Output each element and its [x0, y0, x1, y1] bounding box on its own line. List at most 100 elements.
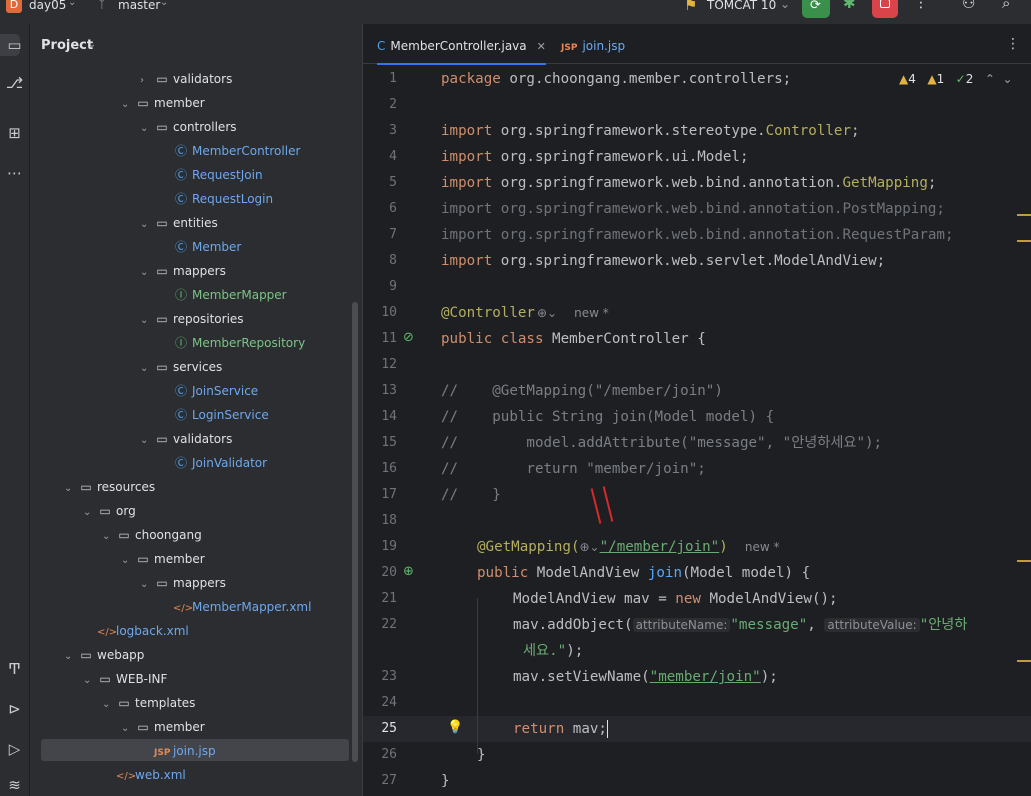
tree-item[interactable]: </>logback.xml — [83, 620, 189, 642]
tree-item[interactable]: ⌄ ▭ WEB-INF — [83, 668, 167, 690]
tree-item[interactable]: Ⓒ Member — [159, 236, 241, 258]
tab-membercontroller[interactable]: C MemberController.java ✕ — [377, 24, 546, 65]
code-line-17[interactable]: // } — [441, 482, 501, 508]
chevron-down-icon[interactable]: ⌄ — [102, 694, 116, 716]
code-line-20[interactable]: public ModelAndView join(Model model) { — [477, 560, 810, 586]
tree-item[interactable]: Ⓒ JoinService — [159, 380, 258, 402]
branch-name[interactable]: master — [118, 0, 160, 12]
warning-marker[interactable] — [1017, 240, 1031, 242]
tree-item[interactable]: ⌄ ▭ webapp — [64, 644, 144, 666]
more-icon[interactable]: ⋮ — [914, 0, 928, 11]
code-line-21[interactable]: ModelAndView mav = new ModelAndView(); — [513, 586, 838, 612]
chevron-down-icon[interactable]: ⌄ — [102, 526, 116, 548]
project-name[interactable]: day05 — [29, 0, 66, 12]
code-line-4[interactable]: import org.springframework.ui.Model; — [441, 144, 749, 170]
chevron-down-icon[interactable]: ⌄ — [140, 214, 154, 236]
tab-join-jsp[interactable]: JSP join.jsp — [561, 24, 625, 63]
code-line-19[interactable]: @GetMapping(⊕⌄"/member/join") new * — [477, 534, 779, 560]
debug-icon[interactable]: ✱ — [843, 0, 856, 12]
project-scrollbar[interactable] — [352, 302, 358, 762]
chevron-down-icon[interactable]: ⌄ — [121, 94, 135, 116]
tree-item[interactable]: ⌄ ▭ repositories — [140, 308, 244, 330]
run-config-selector[interactable]: TOMCAT 10 — [707, 0, 776, 12]
folder-icon[interactable]: ▭ — [0, 36, 29, 54]
project-badge[interactable]: D — [6, 0, 22, 13]
warning-marker[interactable] — [1017, 214, 1031, 216]
chevron-down-icon[interactable]: ⌄ — [1003, 72, 1013, 86]
code-line-5[interactable]: import org.springframework.web.bind.anno… — [441, 170, 936, 196]
code-line-26[interactable]: } — [477, 742, 486, 768]
tree-item[interactable]: ⌄ ▭ member — [121, 548, 205, 570]
lightbulb-icon[interactable]: 💡 — [447, 720, 463, 735]
tree-item[interactable]: ⌄ ▭ entities — [140, 212, 218, 234]
tree-item[interactable]: Ⓒ RequestLogin — [159, 188, 273, 210]
tree-item[interactable]: Ⓒ MemberController — [159, 140, 300, 162]
more-icon[interactable]: ⋮ — [1006, 36, 1020, 52]
project-panel-title[interactable]: Project — [41, 38, 93, 53]
chevron-right-icon[interactable]: › — [140, 70, 154, 92]
chevron-down-icon[interactable]: ⌄ — [83, 670, 97, 692]
tree-item[interactable]: ⌄ ▭ mappers — [140, 572, 226, 594]
bean-icon[interactable]: ⊘ — [403, 330, 414, 345]
run-button[interactable]: ⟳ — [802, 0, 830, 18]
tree-item[interactable]: ⌄ ▭ member — [121, 92, 205, 114]
tree-item[interactable]: Ⓘ MemberRepository — [159, 332, 305, 354]
tree-item[interactable]: › ▭ validators — [140, 68, 232, 90]
endpoint-icon[interactable]: ⊕ — [403, 564, 414, 579]
tree-item[interactable]: </>MemberMapper.xml — [159, 596, 311, 618]
code-line-25[interactable]: return mav; — [513, 716, 608, 742]
code-line-22[interactable]: mav.addObject(attributeName: "message", a… — [513, 612, 967, 638]
tree-item[interactable]: ⌄ ▭ mappers — [140, 260, 226, 282]
tree-item[interactable]: ⌄ ▭ choongang — [102, 524, 202, 546]
text-icon[interactable]: Ͳ — [0, 660, 29, 678]
chevron-down-icon[interactable]: ⌄ — [780, 0, 790, 11]
tree-item[interactable]: ⌄ ▭ templates — [102, 692, 195, 714]
code-line-13[interactable]: // @GetMapping("/member/join") — [441, 378, 723, 404]
code-line-11[interactable]: public class MemberController { — [441, 326, 706, 352]
chevron-down-icon[interactable]: ⌄ — [140, 310, 154, 332]
tree-item[interactable]: Ⓒ LoginService — [159, 404, 269, 426]
code-line-6[interactable]: import org.springframework.web.bind.anno… — [441, 196, 945, 222]
code-line-16[interactable]: // return "member/join"; — [441, 456, 706, 482]
warning-marker[interactable] — [1017, 660, 1031, 662]
tree-item[interactable]: ⌄ ▭ controllers — [140, 116, 237, 138]
code-line-15[interactable]: // model.addAttribute("message", "안녕하세요"… — [441, 430, 882, 456]
tree-item[interactable]: </>web.xml — [102, 764, 186, 786]
tree-item[interactable]: ⌄ ▭ validators — [140, 428, 232, 450]
code-line-8[interactable]: import org.springframework.web.servlet.M… — [441, 248, 885, 274]
inspection-widget[interactable]: ▲4 ▲1 ✓2 ⌃ ⌄ — [899, 72, 1013, 86]
chevron-down-icon[interactable]: ⌄ — [83, 502, 97, 524]
layers-icon[interactable]: ≋ — [0, 776, 29, 794]
chevron-down-icon[interactable]: ⌄ — [140, 118, 154, 140]
chevron-down-icon[interactable]: ⌄ — [64, 646, 78, 668]
chevron-up-icon[interactable]: ⌃ — [985, 72, 995, 86]
code-line-10[interactable]: @Controller ⊕⌄ new * — [441, 300, 609, 326]
code-line-7[interactable]: import org.springframework.web.bind.anno… — [441, 222, 954, 248]
tree-item[interactable]: ⌄ ▭ org — [83, 500, 136, 522]
code-line-22-wrap[interactable]: 세요."); — [523, 638, 583, 664]
chevron-down-icon[interactable]: ⌄ — [121, 718, 135, 740]
tree-item[interactable]: Ⓒ RequestJoin — [159, 164, 263, 186]
tree-item[interactable]: ⌄ ▭ services — [140, 356, 222, 378]
git-branch-icon[interactable]: ᛘ — [98, 0, 106, 12]
chevron-down-icon[interactable]: ⌄ — [64, 478, 78, 500]
commit-icon[interactable]: ⎇ — [0, 74, 29, 92]
tree-item[interactable]: Ⓒ JoinValidator — [159, 452, 267, 474]
chevron-down-icon[interactable]: ⌄ — [121, 550, 135, 572]
run-tool-icon[interactable]: ▷ — [0, 740, 29, 758]
tree-item[interactable]: ⌄ ▭ resources — [64, 476, 155, 498]
tree-item[interactable]: Ⓘ MemberMapper — [159, 284, 287, 306]
warning-marker[interactable] — [1017, 560, 1031, 562]
code-line-14[interactable]: // public String join(Model model) { — [441, 404, 774, 430]
code-line-3[interactable]: import org.springframework.stereotype.Co… — [441, 118, 860, 144]
more-tools-icon[interactable]: ⋯ — [0, 164, 29, 182]
code-line-1[interactable]: package org.choongang.member.controllers… — [441, 66, 791, 92]
chevron-down-icon[interactable]: ⌄ — [160, 0, 168, 8]
close-icon[interactable]: ✕ — [537, 40, 546, 53]
services-icon[interactable]: ⊳ — [0, 700, 29, 718]
stop-button[interactable] — [872, 0, 898, 18]
chevron-down-icon[interactable]: ⌄ — [140, 574, 154, 596]
chevron-down-icon[interactable]: ⌄ — [68, 0, 76, 8]
tree-item[interactable]: JSP join.jsp — [140, 740, 216, 762]
chevron-down-icon[interactable]: ⌄ — [88, 39, 96, 50]
